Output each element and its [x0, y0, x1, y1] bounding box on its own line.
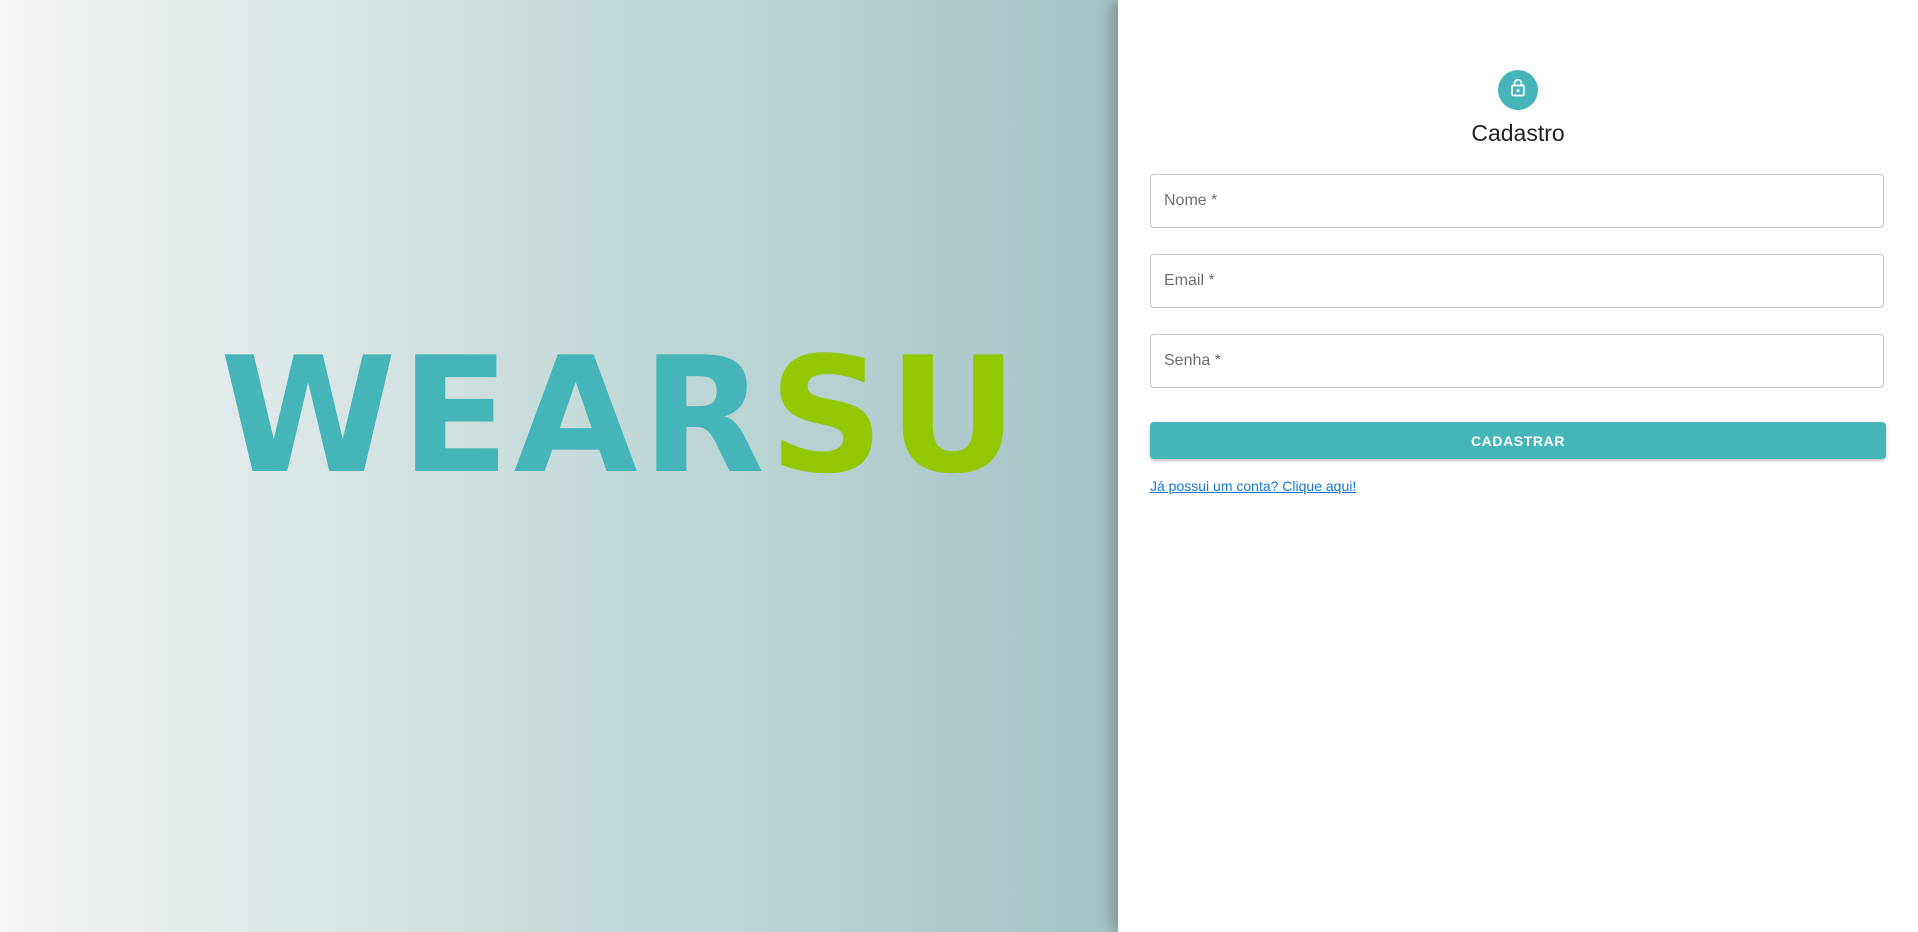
senha-field: [1150, 334, 1884, 388]
lock-icon: [1508, 78, 1528, 103]
login-link[interactable]: Já possui um conta? Clique aqui!: [1150, 478, 1356, 494]
cadastrar-button[interactable]: CADASTRAR: [1150, 422, 1886, 459]
hero-panel: WEAR SU: [0, 0, 1118, 932]
signup-form-panel: Cadastro CADASTRAR Já possui um conta? C…: [1118, 0, 1918, 932]
email-field: [1150, 254, 1884, 308]
senha-input[interactable]: [1151, 335, 1883, 387]
logo-text-wear: WEAR: [220, 322, 769, 509]
nome-input[interactable]: [1151, 175, 1883, 227]
lock-avatar: [1498, 70, 1538, 110]
brand-logo: WEAR SU: [220, 336, 1022, 496]
nome-field: [1150, 174, 1884, 228]
signup-page: WEARSU Cadastro CADASTRAR Já possui um c…: [0, 0, 1918, 932]
page-title: Cadastro: [1471, 120, 1565, 146]
logo-text-su: SU: [768, 322, 1022, 509]
email-input[interactable]: [1151, 255, 1883, 307]
form-header: Cadastro: [1118, 70, 1918, 147]
